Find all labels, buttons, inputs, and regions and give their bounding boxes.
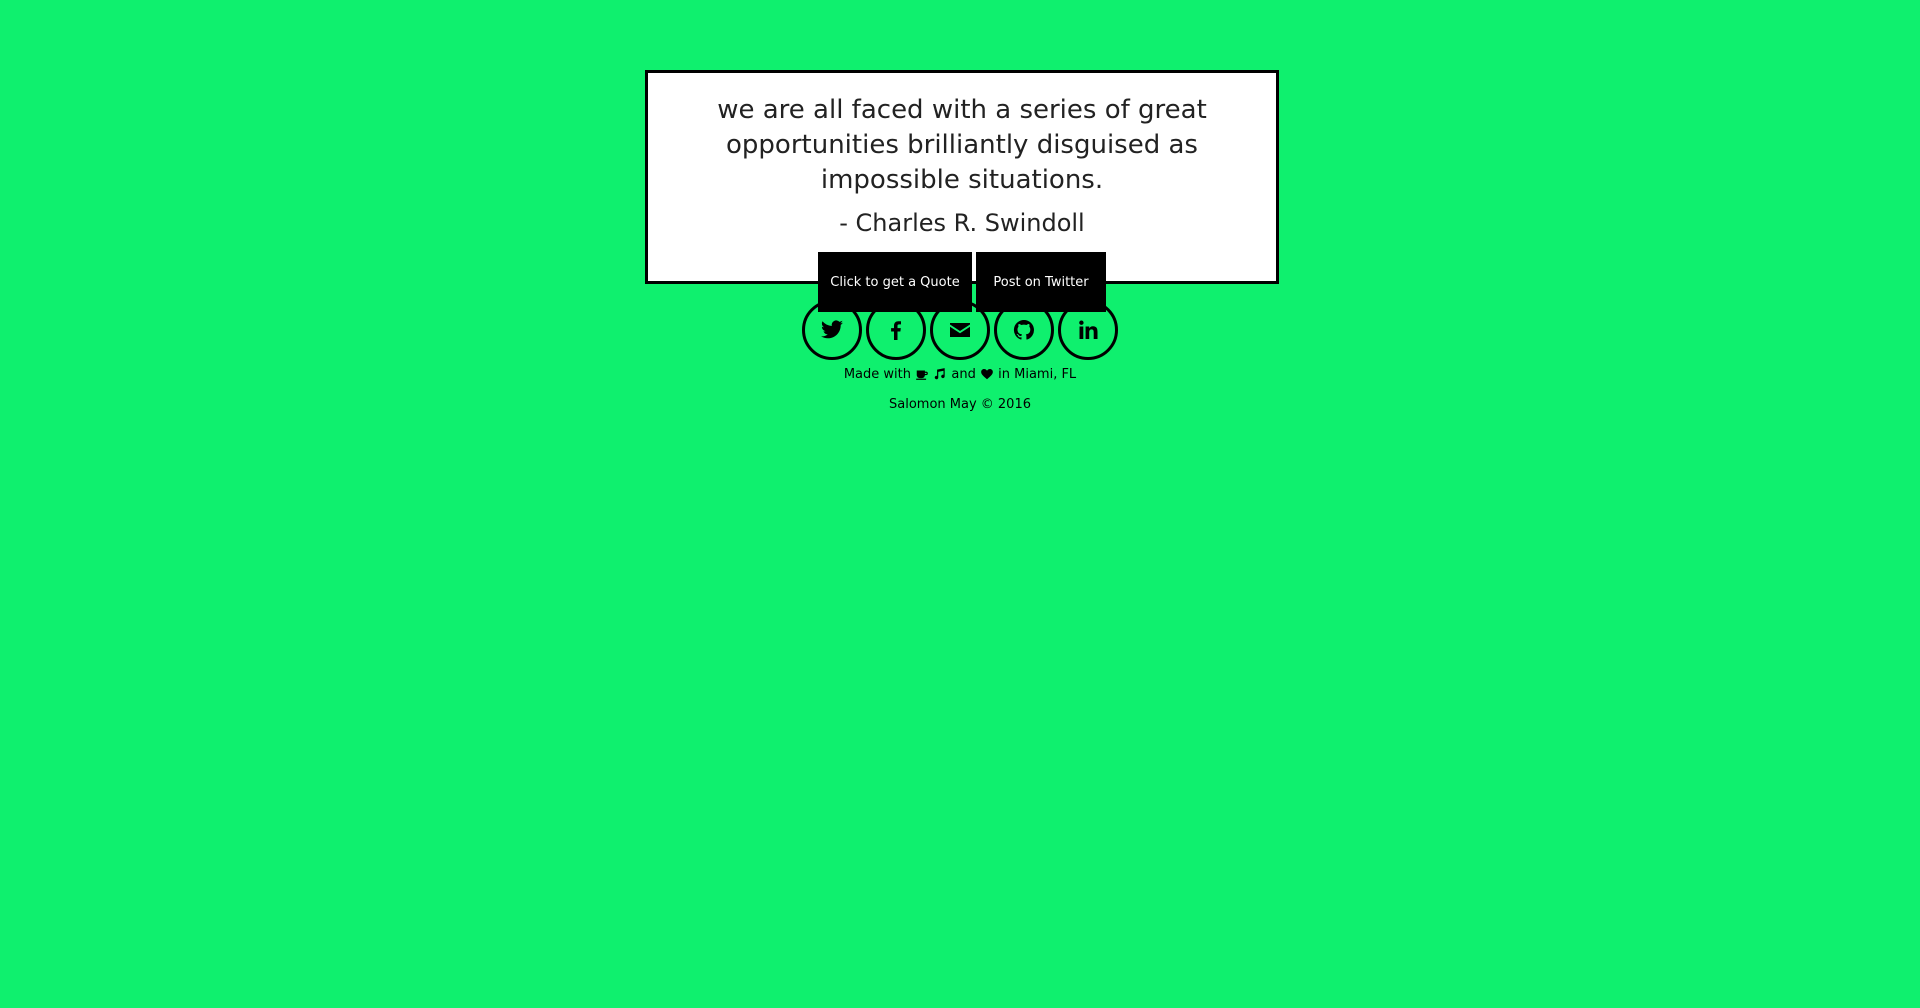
facebook-icon (891, 321, 901, 340)
linkedin-link[interactable] (1058, 300, 1118, 360)
quote-card: we are all faced with a series of great … (645, 70, 1279, 312)
heart-icon (980, 367, 994, 387)
music-icon (933, 367, 947, 387)
facebook-link[interactable] (866, 300, 926, 360)
envelope-icon (950, 323, 970, 337)
email-link[interactable] (930, 300, 990, 360)
made-with-prefix: Made with (843, 367, 911, 382)
linkedin-icon (1079, 320, 1098, 339)
twitter-icon (821, 320, 843, 339)
social-links (0, 300, 1920, 360)
quote-text: we are all faced with a series of great … (717, 95, 1207, 195)
quote-author: - Charles R. Swindoll (839, 209, 1085, 237)
github-link[interactable] (994, 300, 1054, 360)
coffee-icon (915, 367, 929, 387)
twitter-link[interactable] (802, 300, 862, 360)
page: we are all faced with a series of great … (0, 0, 1920, 1008)
made-with-suffix: in Miami, FL (998, 367, 1077, 382)
footer-made-with: Made with and in Miami, FL (0, 366, 1920, 387)
github-icon (1013, 319, 1034, 340)
made-with-and: and (951, 367, 976, 382)
copyright: Salomon May © 2016 (889, 397, 1031, 412)
